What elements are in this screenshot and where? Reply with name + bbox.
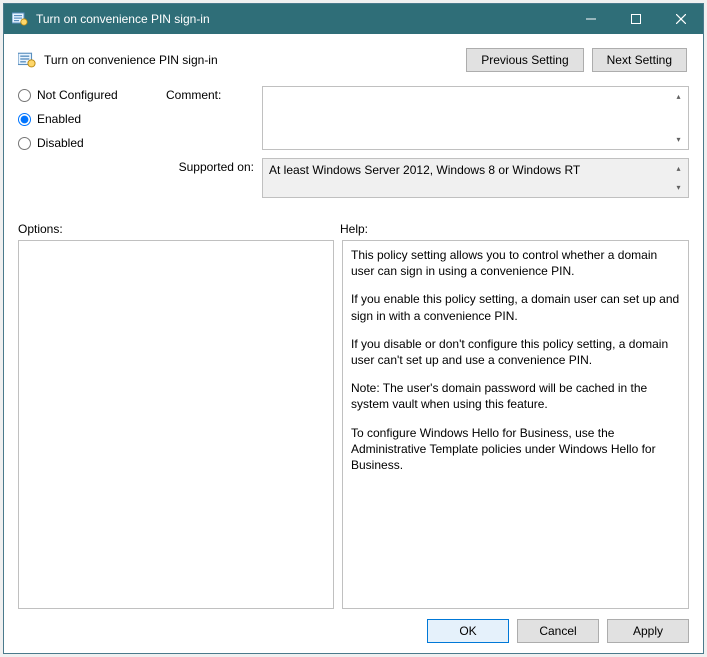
radio-disabled-label: Disabled xyxy=(37,136,84,150)
state-radio-group: Not Configured Enabled Disabled xyxy=(18,86,166,206)
apply-button[interactable]: Apply xyxy=(607,619,689,643)
comment-textarea[interactable]: ▴ ▾ xyxy=(262,86,689,150)
help-paragraph: Note: The user's domain password will be… xyxy=(351,380,680,412)
radio-enabled-input[interactable] xyxy=(18,113,31,126)
policy-icon xyxy=(18,51,36,69)
scroll-down-icon: ▾ xyxy=(670,179,687,196)
radio-disabled-input[interactable] xyxy=(18,137,31,150)
help-pane: This policy setting allows you to contro… xyxy=(342,240,689,609)
panes: This policy setting allows you to contro… xyxy=(18,240,689,609)
help-label: Help: xyxy=(340,222,368,236)
next-setting-button[interactable]: Next Setting xyxy=(592,48,687,72)
radio-not-configured-input[interactable] xyxy=(18,89,31,102)
supported-label: Supported on: xyxy=(166,158,262,198)
close-button[interactable] xyxy=(658,4,703,34)
previous-setting-button[interactable]: Previous Setting xyxy=(466,48,583,72)
supported-on-value: At least Windows Server 2012, Windows 8 … xyxy=(269,163,580,177)
supported-on-box: At least Windows Server 2012, Windows 8 … xyxy=(262,158,689,198)
window-controls xyxy=(568,4,703,34)
ok-button[interactable]: OK xyxy=(427,619,509,643)
window-title: Turn on convenience PIN sign-in xyxy=(36,12,568,26)
titlebar: Turn on convenience PIN sign-in xyxy=(4,4,703,34)
config-row: Not Configured Enabled Disabled Comment: xyxy=(18,86,689,206)
help-paragraph: If you enable this policy setting, a dom… xyxy=(351,291,680,323)
radio-enabled-label: Enabled xyxy=(37,112,81,126)
radio-enabled[interactable]: Enabled xyxy=(18,112,166,126)
cancel-button[interactable]: Cancel xyxy=(517,619,599,643)
options-label: Options: xyxy=(18,222,340,236)
scroll-up-icon: ▴ xyxy=(670,160,687,177)
maximize-button[interactable] xyxy=(613,4,658,34)
radio-not-configured[interactable]: Not Configured xyxy=(18,88,166,102)
radio-not-configured-label: Not Configured xyxy=(37,88,118,102)
policy-name: Turn on convenience PIN sign-in xyxy=(44,53,466,67)
options-pane[interactable] xyxy=(18,240,334,609)
help-paragraph: This policy setting allows you to contro… xyxy=(351,247,680,279)
dialog-footer: OK Cancel Apply xyxy=(18,609,689,643)
comment-label: Comment: xyxy=(166,86,262,150)
header-row: Turn on convenience PIN sign-in Previous… xyxy=(18,48,689,72)
help-paragraph: To configure Windows Hello for Business,… xyxy=(351,425,680,474)
radio-disabled[interactable]: Disabled xyxy=(18,136,166,150)
content-area: Turn on convenience PIN sign-in Previous… xyxy=(4,34,703,653)
scroll-down-icon[interactable]: ▾ xyxy=(670,131,687,148)
policy-dialog: Turn on convenience PIN sign-in xyxy=(3,3,704,654)
help-paragraph: If you disable or don't configure this p… xyxy=(351,336,680,368)
policy-app-icon xyxy=(12,11,28,27)
scroll-up-icon[interactable]: ▴ xyxy=(670,88,687,105)
panes-labels: Options: Help: xyxy=(18,222,689,236)
minimize-button[interactable] xyxy=(568,4,613,34)
